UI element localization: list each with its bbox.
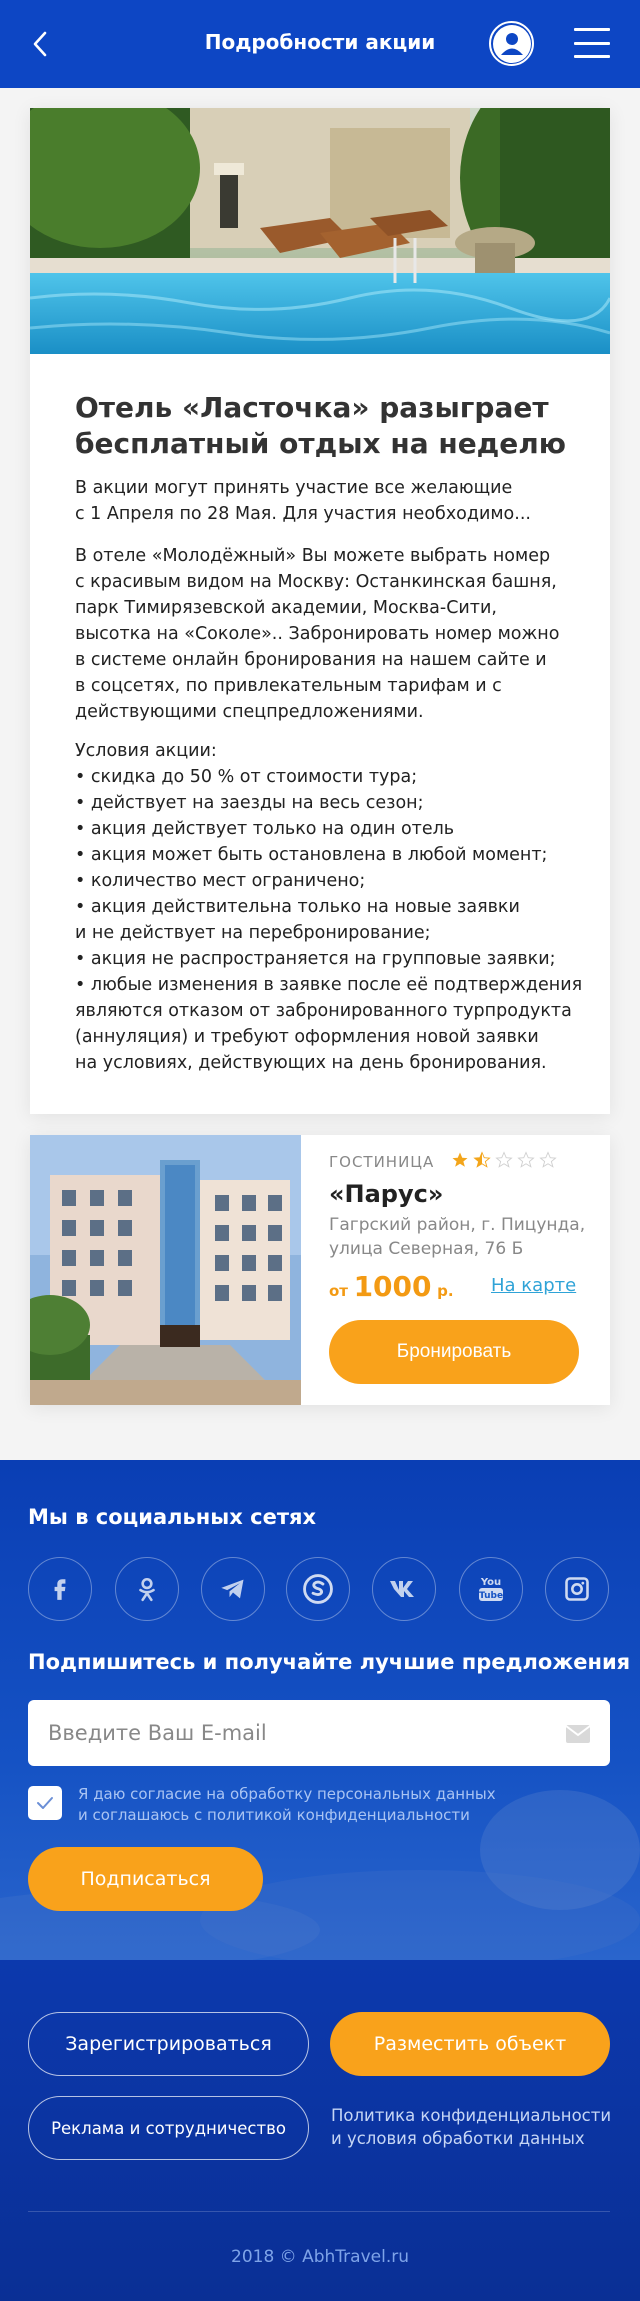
hotel-address: Гагрский район, г. Пицунда, улица Северн…	[329, 1213, 599, 1261]
add-property-button[interactable]: Разместить объект	[330, 2012, 610, 2076]
svg-text:You: You	[480, 1577, 501, 1588]
facebook-button[interactable]	[28, 1557, 92, 1621]
promo-card: Отель «Ласточка» разыграет бесплатный от…	[30, 108, 610, 1114]
description-line: В отеле «Молодёжный» Вы можете выбрать н…	[75, 546, 551, 566]
instagram-button[interactable]	[545, 1557, 609, 1621]
condition-line: • акция действует только на один отель	[75, 819, 455, 839]
description-line: с красивым видом на Москву: Останкинская…	[75, 572, 557, 592]
privacy-policy-link[interactable]: Политика конфиденциальности и условия об…	[331, 2104, 621, 2150]
condition-line: на условиях, действующих на день брониро…	[75, 1053, 547, 1073]
lead-line: В акции могут принять участие все желающ…	[75, 478, 513, 498]
footer: Мы в социальных сетях You Tube Подпишитес…	[0, 1460, 640, 2301]
envelope-icon	[565, 1725, 591, 1743]
user-icon	[492, 24, 531, 63]
register-button[interactable]: Зарегистрироваться	[28, 2012, 309, 2076]
consent-line: и соглашаюсь с политикой конфиденциально…	[78, 1806, 470, 1824]
top-bar: Подробности акции	[0, 0, 640, 88]
condition-line: • акция действительна только на новые за…	[75, 897, 520, 917]
policy-line: Политика конфиденциальности	[331, 2106, 612, 2125]
vk-button[interactable]	[372, 1557, 436, 1621]
promo-conditions: Условия акции: • скидка до 50 % от стоим…	[75, 738, 585, 1076]
social-heading: Мы в социальных сетях	[28, 1505, 317, 1529]
description-line: высотка на «Соколе».. Забронировать номе…	[75, 624, 560, 644]
map-link[interactable]: На карте	[491, 1275, 576, 1296]
address-line: улица Северная, 76 Б	[329, 1239, 524, 1259]
subscribe-button[interactable]: Подписаться	[28, 1847, 263, 1911]
promo-title-line: Отель «Ласточка» разыграет	[75, 391, 549, 424]
youtube-icon: You Tube	[479, 1577, 503, 1601]
youtube-button[interactable]: You Tube	[459, 1557, 523, 1621]
condition-line: • количество мест ограничено;	[75, 871, 366, 891]
star-rating	[451, 1151, 557, 1169]
pool-photo	[30, 108, 610, 354]
menu-button[interactable]	[574, 28, 610, 58]
telegram-button[interactable]	[201, 1557, 265, 1621]
condition-line: Условия акции:	[75, 741, 217, 761]
vk-icon	[390, 1581, 414, 1597]
promo-title: Отель «Ласточка» разыграет бесплатный от…	[75, 390, 575, 462]
book-button[interactable]: Бронировать	[329, 1320, 579, 1384]
policy-line: и условия обработки данных	[331, 2129, 585, 2148]
menu-line	[574, 41, 610, 45]
condition-line: (аннуляция) и требуют оформления новой з…	[75, 1027, 539, 1047]
promo-lead: В акции могут принять участие все желающ…	[75, 475, 575, 527]
facebook-icon	[54, 1579, 66, 1600]
star-empty-icon	[517, 1151, 535, 1168]
price-currency: р.	[437, 1282, 454, 1300]
checkmark-icon	[37, 1797, 53, 1809]
skype-icon	[303, 1574, 333, 1604]
advertising-button[interactable]: Реклама и сотрудничество	[28, 2096, 309, 2160]
condition-line: являются отказом от забронированного тур…	[75, 1001, 572, 1021]
email-input[interactable]	[28, 1700, 610, 1766]
address-line: Гагрский район, г. Пицунда,	[329, 1215, 586, 1235]
odnoklassniki-icon	[139, 1577, 155, 1602]
consent-text: Я даю согласие на обработку персональных…	[78, 1784, 496, 1826]
condition-line: • действует на заезды на весь сезон;	[75, 793, 424, 813]
description-line: действующими спецпредложениями.	[75, 702, 424, 722]
star-half-icon	[473, 1151, 491, 1168]
description-line: в системе онлайн бронирования на нашем с…	[75, 650, 547, 670]
promo-title-line: бесплатный отдых на неделю	[75, 427, 567, 460]
description-line: парк Тимирязевской академии, Москва-Сити…	[75, 598, 497, 618]
profile-button[interactable]	[489, 21, 534, 66]
hotel-price: от 1000 р.	[329, 1270, 454, 1303]
copyright: 2018 © AbhTravel.ru	[231, 2247, 409, 2267]
subscribe-heading: Подпишитесь и получайте лучшие предложен…	[28, 1650, 631, 1674]
promo-description: В отеле «Молодёжный» Вы можете выбрать н…	[75, 543, 585, 725]
footer-divider	[28, 2211, 610, 2212]
hotel-name[interactable]: «Парус»	[329, 1180, 443, 1208]
hotel-card[interactable]: ГОСТИНИЦА «Парус» Гагрский район, г. Пиц…	[30, 1135, 610, 1405]
page-title: Подробности акции	[204, 30, 436, 54]
instagram-icon	[565, 1577, 589, 1601]
odnoklassniki-button[interactable]	[115, 1557, 179, 1621]
price-prefix: от	[329, 1282, 348, 1300]
condition-line: • акция не распространяется на групповые…	[75, 949, 556, 969]
consent-checkbox[interactable]	[28, 1786, 62, 1820]
price-value: 1000	[353, 1270, 432, 1303]
menu-line	[574, 55, 610, 58]
hotel-type: ГОСТИНИЦА	[329, 1153, 435, 1171]
skype-button[interactable]	[286, 1557, 350, 1621]
star-empty-icon	[539, 1151, 557, 1168]
svg-text:Tube: Tube	[479, 1591, 503, 1601]
hotel-photo[interactable]	[30, 1135, 301, 1405]
condition-line: • акция может быть остановлена в любой м…	[75, 845, 548, 865]
menu-line	[574, 28, 610, 31]
star-empty-icon	[495, 1151, 513, 1168]
condition-line: и не действует на перебронирование;	[75, 923, 431, 943]
condition-line: • любые изменения в заявке после её подт…	[75, 975, 583, 995]
condition-line: • скидка до 50 % от стоимости тура;	[75, 767, 418, 787]
consent-line: Я даю согласие на обработку персональных…	[78, 1785, 496, 1803]
description-line: в соцсетях, по привлекательным тарифам и…	[75, 676, 502, 696]
telegram-icon	[221, 1579, 244, 1599]
star-full-icon	[452, 1152, 468, 1167]
lead-line: с 1 Апреля по 28 Мая. Для участия необхо…	[75, 504, 531, 524]
